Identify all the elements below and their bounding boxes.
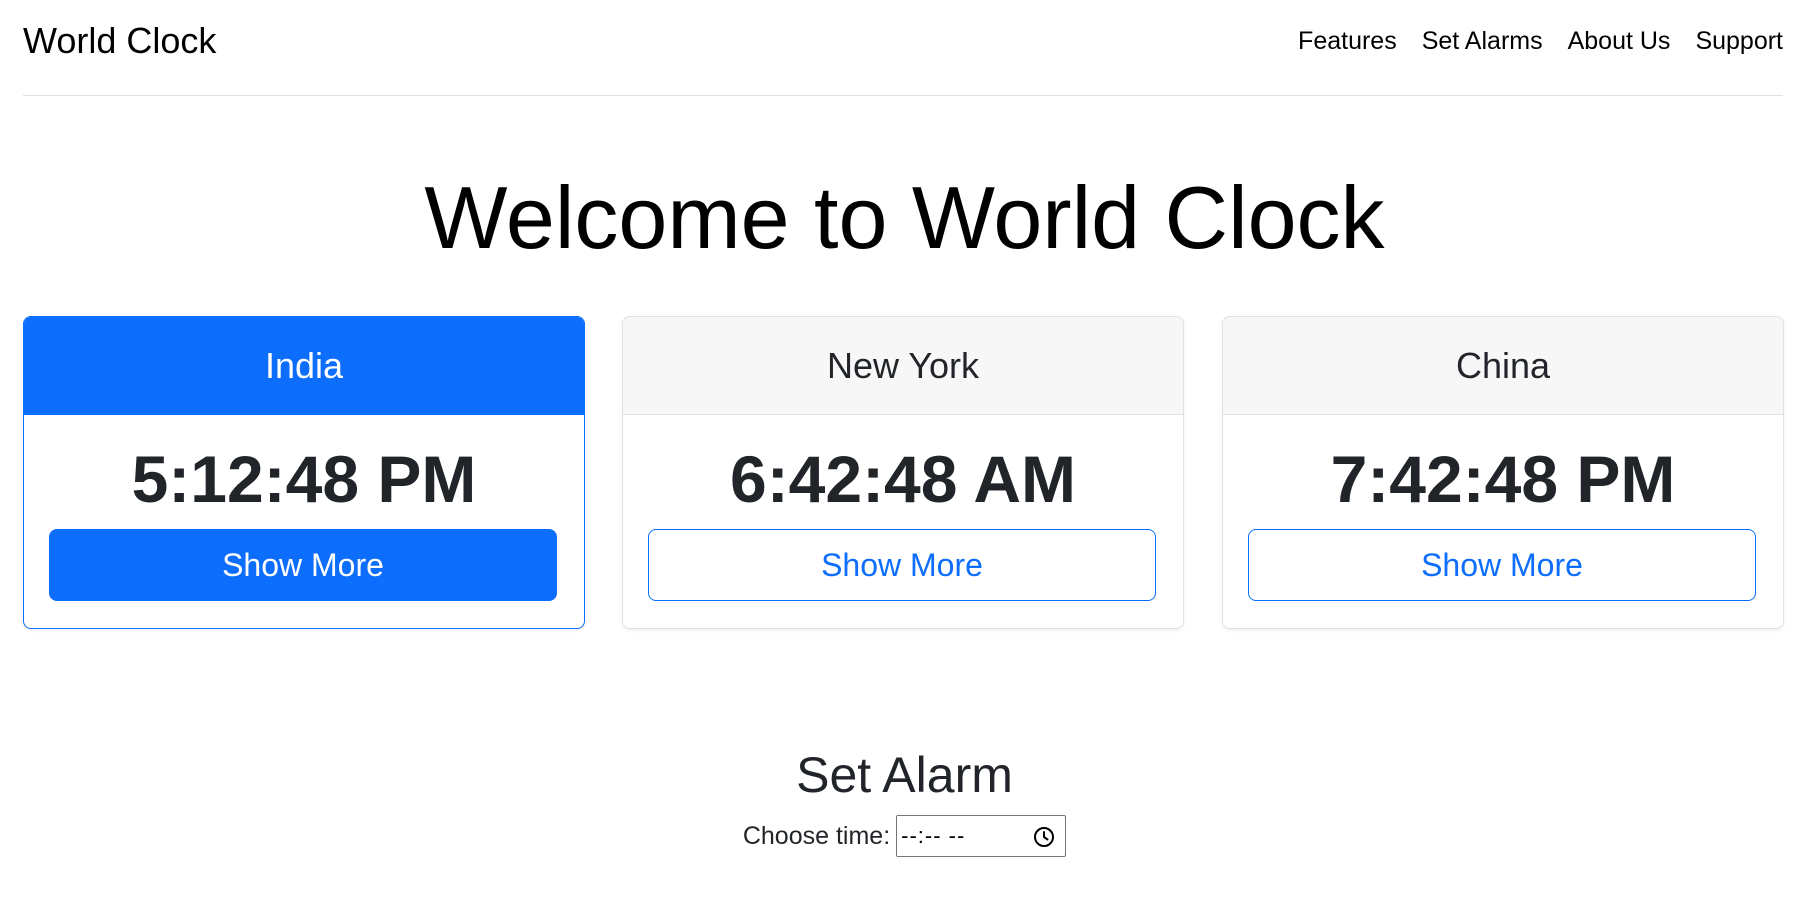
show-more-button-china[interactable]: Show More — [1248, 529, 1756, 601]
alarm-time-input[interactable]: --:-- -- — [896, 815, 1067, 857]
clock-card-new-york: New York 6:42:48 AM Show More — [622, 316, 1184, 629]
card-header-city: China — [1223, 317, 1783, 415]
clock-card-india: India 5:12:48 PM Show More — [23, 316, 585, 629]
alarm-time-value: --:-- -- — [901, 823, 966, 848]
card-time: 6:42:48 AM — [729, 442, 1077, 516]
alarm-form: Choose time: --:-- -- — [0, 815, 1809, 857]
show-more-button-new-york[interactable]: Show More — [648, 529, 1156, 601]
brand-link[interactable]: World Clock — [23, 18, 216, 64]
nav-link-about-us[interactable]: About Us — [1568, 24, 1671, 58]
card-time: 7:42:48 PM — [1330, 442, 1676, 516]
page: World Clock Features Set Alarms About Us… — [0, 0, 1809, 906]
nav-link-features[interactable]: Features — [1298, 24, 1397, 58]
clock-icon[interactable] — [1032, 825, 1056, 849]
alarm-section-title: Set Alarm — [796, 747, 1013, 803]
clock-card-china: China 7:42:48 PM Show More — [1222, 316, 1784, 629]
alarm-time-label: Choose time: — [742, 821, 891, 850]
nav-link-support[interactable]: Support — [1695, 24, 1783, 58]
page-title: Welcome to World Clock — [424, 168, 1385, 267]
nav-link-set-alarms[interactable]: Set Alarms — [1422, 24, 1543, 58]
top-navbar: World Clock Features Set Alarms About Us… — [23, 0, 1783, 96]
show-more-button-india[interactable]: Show More — [49, 529, 557, 601]
nav-links: Features Set Alarms About Us Support — [1298, 24, 1783, 58]
card-time: 5:12:48 PM — [131, 442, 477, 516]
card-header-city: India — [24, 317, 584, 415]
clock-cards: India 5:12:48 PM Show More New York 6:42… — [23, 316, 1784, 629]
card-header-city: New York — [623, 317, 1183, 415]
